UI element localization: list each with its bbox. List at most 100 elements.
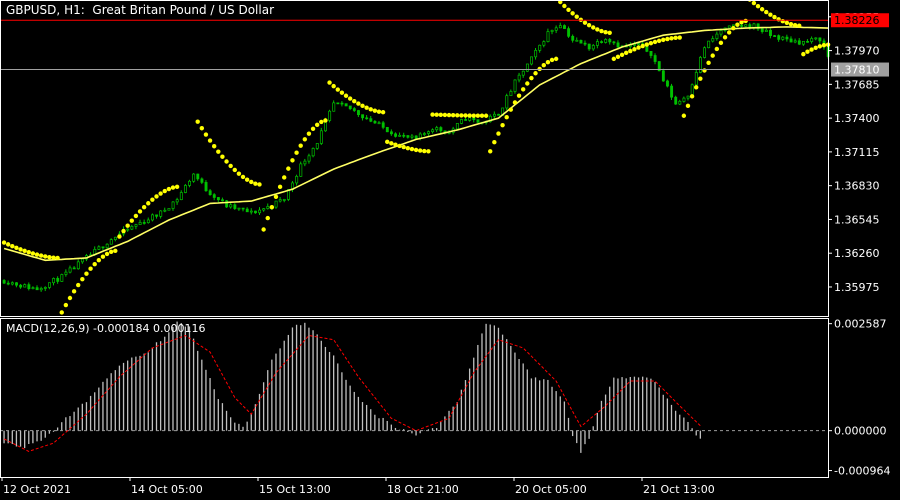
sar-dot: [343, 93, 349, 98]
sar-dot: [714, 46, 720, 52]
candle: [311, 147, 315, 158]
sar-dot: [640, 43, 645, 49]
sar-dot: [14, 245, 19, 251]
sar-dot: [352, 98, 357, 104]
candle: [666, 79, 669, 88]
sar-dot: [698, 76, 703, 81]
chart-canvas[interactable]: 1.382551.379701.376851.374001.371151.368…: [0, 0, 900, 500]
sar-dot: [306, 131, 312, 136]
sar-dot: [380, 109, 386, 115]
sar-dot: [290, 158, 295, 163]
sar-dot: [475, 113, 481, 118]
price-tick-label: 1.35975: [834, 281, 880, 294]
candle: [674, 95, 678, 105]
chart-title: GBPUSD, H1: Great Britan Pound / US Doll…: [6, 3, 275, 17]
sar-dot: [648, 41, 654, 46]
sar-dot: [216, 149, 221, 154]
sar-dot: [298, 143, 303, 148]
candle: [698, 55, 702, 74]
sar-dot: [249, 179, 254, 185]
sar-dot: [479, 113, 485, 118]
sar-dot: [500, 122, 505, 128]
sar-dot: [166, 186, 172, 192]
sar-dot: [483, 113, 489, 118]
sar-dot: [776, 17, 781, 22]
sar-dot: [232, 167, 237, 173]
sar-dot: [656, 38, 662, 44]
sar-dot: [570, 11, 575, 16]
sar-dot: [314, 122, 320, 128]
sar-dot: [323, 118, 328, 123]
sar-dot: [821, 42, 827, 48]
sar-dot: [22, 248, 27, 254]
sar-dot: [113, 248, 118, 254]
sar-dot: [10, 243, 15, 249]
sar-dot: [533, 71, 538, 76]
sar-dot: [422, 148, 427, 154]
sar-dot: [801, 51, 806, 57]
sar-dot: [199, 126, 205, 131]
time-tick-label: 21 Oct 13:00: [643, 483, 715, 496]
time-tick-label: 14 Oct 05:00: [131, 483, 203, 496]
sar-dot: [615, 54, 621, 59]
time-tick-label: 20 Oct 05:00: [515, 483, 587, 496]
sar-dot: [389, 141, 394, 146]
sar-dot: [743, 18, 748, 24]
candle: [525, 63, 529, 73]
sar-dot: [595, 27, 600, 32]
sar-dot: [236, 171, 242, 176]
sar-dot: [549, 57, 555, 63]
candle: [460, 118, 463, 125]
sar-dot: [224, 159, 229, 164]
sar-dot: [385, 139, 390, 145]
sar-dot: [104, 251, 110, 257]
sar-dot: [228, 163, 233, 169]
sar-dot: [772, 14, 777, 20]
sar-dot: [356, 101, 361, 106]
candle: [694, 69, 698, 86]
sar-dot: [282, 175, 287, 180]
sar-dot: [327, 80, 332, 85]
sar-dot: [455, 113, 460, 118]
macd-signal-value: 0.000116: [153, 322, 206, 335]
sar-dot: [269, 204, 275, 210]
sar-dot: [636, 45, 641, 50]
sar-dot: [364, 105, 369, 110]
macd-tick-label: 0.000000: [834, 425, 887, 438]
sar-dot: [788, 22, 794, 27]
macd-main-value: -0.000184: [93, 322, 150, 335]
sar-dot: [459, 113, 464, 118]
sar-dot: [685, 103, 691, 109]
price-tick-label: 1.36545: [834, 213, 880, 226]
sar-dot: [566, 7, 571, 12]
sar-dot: [764, 9, 769, 15]
price-tick-label: 1.36260: [834, 247, 880, 260]
sar-dot: [240, 174, 246, 180]
sar-dot: [88, 266, 93, 271]
sar-dot: [38, 253, 44, 258]
sar-dot: [508, 107, 514, 112]
candle: [225, 200, 229, 208]
sar-dot: [619, 52, 625, 57]
sar-dot: [726, 30, 732, 35]
candle: [530, 56, 533, 66]
price-tick-label: 1.36830: [834, 180, 880, 193]
sar-dot: [722, 35, 728, 40]
sar-dot: [92, 261, 97, 267]
sar-dot: [244, 177, 250, 182]
sar-dot: [545, 59, 551, 65]
sar-dot: [125, 223, 130, 228]
candle: [579, 39, 583, 44]
sar-dot: [450, 113, 456, 118]
sar-dot: [731, 25, 736, 31]
sar-dot: [393, 142, 398, 147]
sar-dot: [677, 35, 682, 40]
candle: [385, 126, 389, 133]
candle: [703, 46, 707, 59]
sar-dot: [525, 81, 530, 86]
sar-dot: [755, 4, 761, 9]
sar-dot: [661, 37, 666, 43]
sar-dot: [652, 39, 658, 45]
candle: [299, 161, 303, 177]
sar-dot: [211, 144, 217, 149]
